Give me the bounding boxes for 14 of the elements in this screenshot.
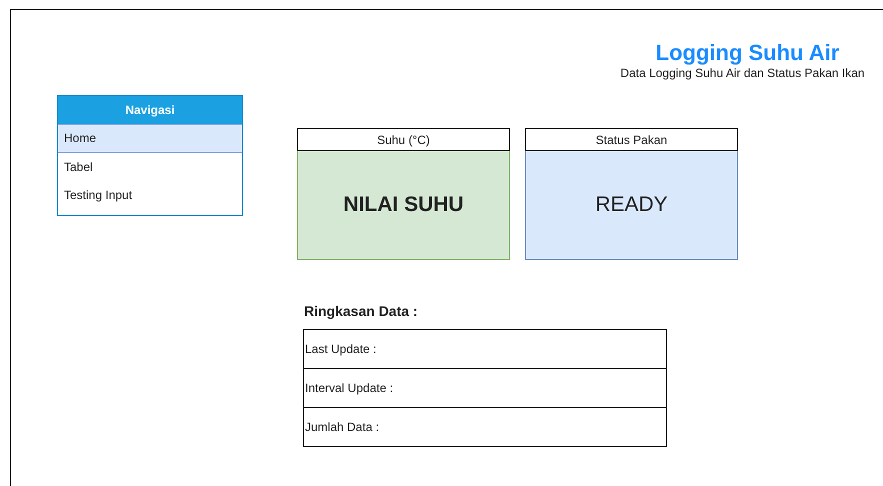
card-value: READY bbox=[525, 151, 738, 260]
card-title: Status Pakan bbox=[525, 128, 738, 151]
navigation-title: Navigasi bbox=[58, 96, 242, 124]
nav-item[interactable]: Home bbox=[58, 124, 242, 153]
summary-title: Ringkasan Data : bbox=[304, 303, 419, 319]
summary-row-text: Last Update : bbox=[304, 341, 378, 358]
summary-row: Interval Update : bbox=[304, 368, 666, 407]
nav-item[interactable]: Testing Input bbox=[58, 181, 242, 209]
summary-row: Jumlah Data : bbox=[304, 407, 666, 446]
page-subtitle: Data Logging Suhu Air dan Status Pakan Ikan bbox=[620, 66, 865, 80]
card-value: NILAI SUHU bbox=[297, 151, 510, 260]
page-title: Logging Suhu Air bbox=[656, 40, 840, 66]
card-title: Suhu (°C) bbox=[297, 128, 510, 151]
nav-item[interactable]: Tabel bbox=[58, 153, 242, 181]
